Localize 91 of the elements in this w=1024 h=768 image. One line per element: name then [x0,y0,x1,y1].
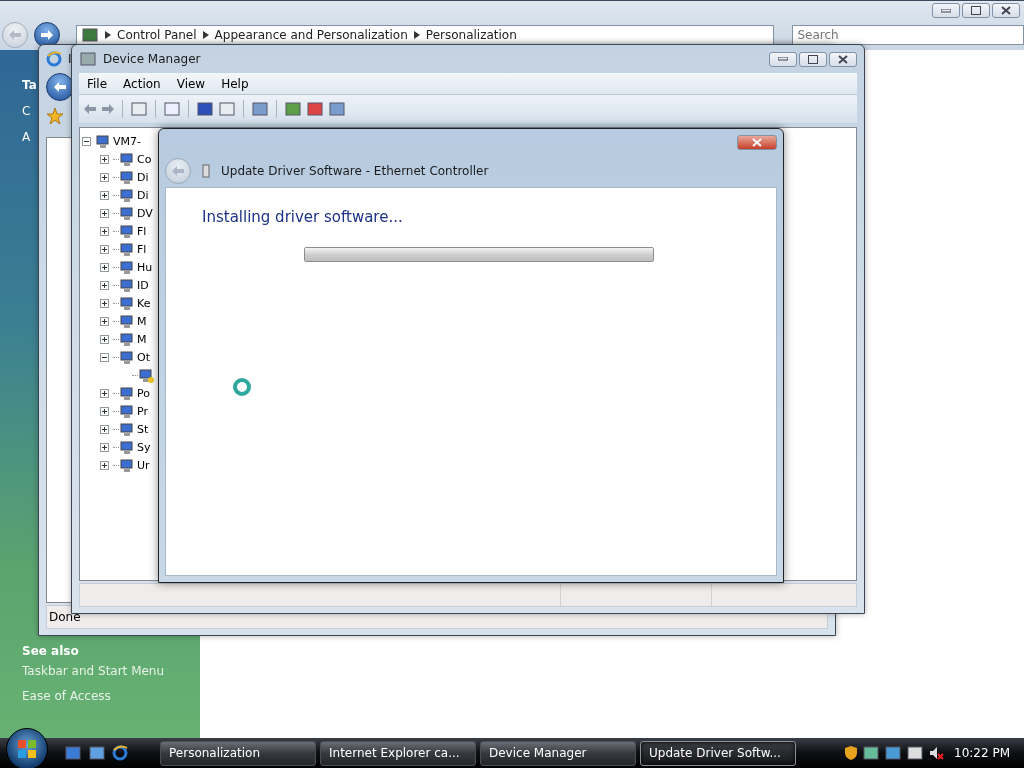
back-arrow-icon [8,29,22,41]
breadcrumb[interactable]: Control Panel [117,28,197,42]
expander[interactable] [100,316,109,326]
dialog-title: Update Driver Software - Ethernet Controller [221,164,489,178]
shield-icon [844,745,858,761]
expander[interactable] [100,172,109,182]
restore-button[interactable] [962,3,990,18]
chevron-icon [202,31,209,39]
tree-item[interactable]: DV [137,206,153,220]
tree-item[interactable]: Ot [137,350,150,364]
tree-item[interactable]: Co [137,152,152,166]
tree-item[interactable]: ID [137,278,149,292]
expander[interactable] [100,460,109,470]
expander[interactable] [100,280,109,290]
breadcrumb[interactable]: Personalization [425,28,517,42]
maximize-icon [971,6,981,15]
chevron-icon [413,31,420,39]
maximize-icon [808,54,818,64]
tree-item[interactable]: Sy [137,440,151,454]
expander[interactable] [100,208,109,218]
forward-arrow-icon [40,29,54,41]
taskbar-button[interactable]: Personalization [160,740,316,766]
expander[interactable] [100,154,109,164]
forward-button[interactable] [34,22,60,48]
taskbar-button[interactable]: Internet Explorer ca... [320,740,476,766]
taskbar-button[interactable]: Update Driver Softw... [640,740,796,766]
tree-item[interactable]: Di [137,170,149,184]
expander[interactable] [100,298,109,308]
menu-item[interactable]: View [168,76,214,91]
tree-item[interactable]: Po [137,386,150,400]
breadcrumb[interactable]: Appearance and Personalization [214,28,408,42]
close-icon [752,137,762,147]
window-title: I [68,52,72,66]
back-button[interactable] [46,73,74,101]
chevron-icon [105,31,111,39]
start-button[interactable] [6,728,48,768]
expander[interactable] [82,136,91,146]
expander[interactable] [100,406,109,416]
tree-item[interactable]: Fl [137,242,147,256]
back-arrow-icon [83,103,97,115]
tree-item[interactable]: Ke [137,296,151,310]
expander[interactable] [100,334,109,344]
sidebar-item[interactable]: Ta [22,72,37,98]
tree-item[interactable]: St [137,422,149,436]
back-arrow-icon [171,165,185,177]
loading-icon [232,377,252,397]
browser-icon [112,745,128,761]
minimize-icon [778,57,788,61]
window-title: Device Manager [103,52,201,66]
sidebar-item[interactable]: C [22,98,31,124]
tree-item[interactable]: Di [137,188,149,202]
windows-logo-icon [17,739,37,759]
expander[interactable] [100,352,109,362]
expander[interactable] [100,190,109,200]
expander[interactable] [100,424,109,434]
favorites-star-icon [46,107,64,125]
tree-item[interactable]: Ur [137,458,150,472]
taskbar-button[interactable]: Device Manager [480,740,636,766]
expander[interactable] [100,442,109,452]
close-button[interactable] [737,134,777,150]
tree-item[interactable]: Pr [137,404,148,418]
expander[interactable] [100,226,109,236]
browser-icon [46,51,62,67]
search-field[interactable]: Search [792,25,1024,45]
maximize-button[interactable] [799,51,827,67]
device-icon [95,133,111,149]
tree-item[interactable]: M [137,332,147,346]
menu-item[interactable]: Action [115,76,169,91]
dialog-heading: Installing driver software... [202,208,404,226]
tree-item[interactable]: VM7- [113,134,141,148]
close-icon [838,54,848,64]
close-button[interactable] [992,3,1020,18]
tree-item[interactable]: M [137,314,147,328]
clock[interactable]: 10:22 PM [954,746,1010,760]
sidebar-item[interactable]: A [22,124,31,150]
see-also-heading: See also [22,643,79,660]
close-icon [1001,6,1011,15]
menu-item[interactable]: File [79,76,116,91]
close-button[interactable] [829,51,857,67]
tree-item[interactable]: Hu [137,260,153,274]
status-text: Done [48,610,81,624]
muted-speaker-icon [928,745,944,761]
tree-item[interactable]: Fl [137,224,147,238]
expander[interactable] [100,244,109,254]
back-arrow-icon [53,81,67,93]
expander[interactable] [100,388,109,398]
forward-arrow-icon [101,103,115,115]
address-bar[interactable]: Control Panel Appearance and Personalization Personalization [76,25,775,45]
expander[interactable] [100,262,109,272]
menu-item[interactable]: Help [213,76,257,91]
minimize-icon [941,8,951,13]
